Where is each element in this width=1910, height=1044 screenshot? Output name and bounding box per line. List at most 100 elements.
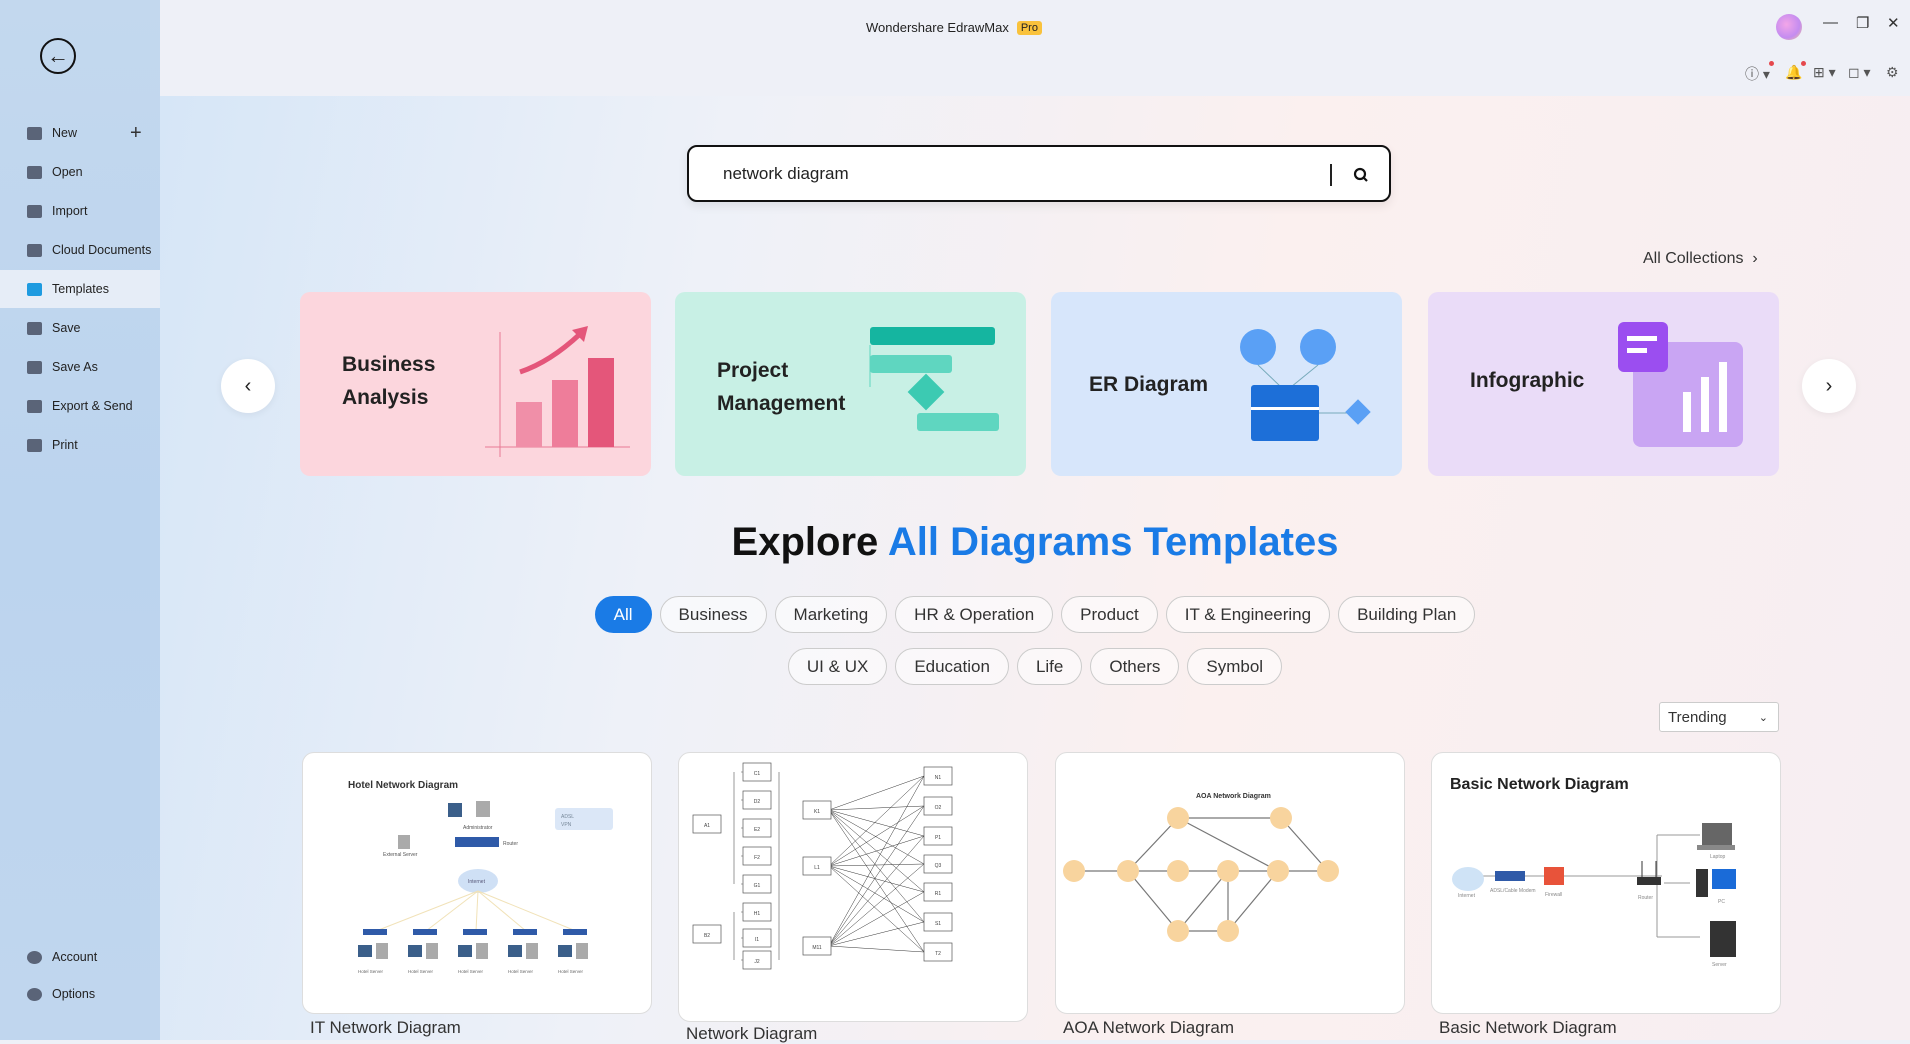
svg-text:Internet: Internet	[1458, 893, 1476, 899]
user-avatar[interactable]	[1776, 14, 1802, 40]
svg-text:Server: Server	[1712, 962, 1727, 968]
template-card-basic-network[interactable]: Basic Network Diagram Internet ADSL/Cable…	[1431, 752, 1781, 1014]
collection-label: Infographic	[1470, 369, 1585, 392]
thumbnail-network-diagram: A1 B2 C1 D2 E2 F2 G1 H1 I1 J2 K1 L1 M11 N1 O2 P1 Q3 R1 S1 T…	[692, 762, 953, 970]
sidebar-item-options[interactable]: Options	[0, 975, 160, 1013]
sidebar-item-label: Open	[52, 165, 83, 179]
filter-chip-building-plan[interactable]: Building Plan	[1338, 596, 1476, 633]
svg-text:Router: Router	[1638, 895, 1653, 901]
filter-chip-marketing[interactable]: Marketing	[774, 596, 888, 633]
filter-chip-others[interactable]: Others	[1090, 648, 1180, 685]
sidebar-item-save-as[interactable]: Save As	[0, 348, 160, 386]
template-card-it-network[interactable]: Hotel Network Diagram ADSL VPN Administra…	[302, 752, 652, 1014]
template-label[interactable]: AOA Network Diagram	[1063, 1018, 1234, 1038]
carousel-prev-button[interactable]: ‹	[221, 359, 275, 413]
aoa-node	[1217, 860, 1239, 882]
filter-chip-all[interactable]: All	[594, 596, 652, 633]
aoa-node	[1167, 860, 1189, 882]
carousel-next-button[interactable]: ›	[1802, 359, 1856, 413]
collection-card-project-management[interactable]: Project Management	[675, 292, 1026, 476]
thumb-title: AOA Network Diagram	[1196, 793, 1271, 800]
back-button[interactable]: ←	[40, 38, 76, 74]
filter-row-2: UI & UX Education Life Others Symbol	[160, 648, 1910, 685]
sidebar-item-label: New	[52, 126, 78, 140]
aoa-node	[1167, 920, 1189, 942]
sidebar-item-account[interactable]: Account	[0, 938, 160, 976]
filter-chip-ui-ux[interactable]: UI & UX	[787, 648, 888, 685]
template-card-network[interactable]: A1 B2 C1 D2 E2 F2 G1 H1 I1 J2 K1 L1 M11 N1 O2 P1 Q3 R1 S1 T…	[678, 752, 1028, 1022]
filter-row-1: All Business Marketing HR & Operation Produc…	[160, 596, 1910, 633]
thumbnail-basic-network: Basic Network Diagram Internet ADSL/Cable…	[1450, 776, 1736, 968]
template-card-aoa-network[interactable]: AOA Network Diagram	[1055, 752, 1405, 1014]
search-input[interactable]	[723, 161, 1283, 187]
template-label[interactable]: IT Network Diagram	[310, 1018, 461, 1038]
svg-text:ADSL: ADSL	[561, 814, 574, 820]
svg-text:Q3: Q3	[935, 863, 942, 869]
filter-chip-life[interactable]: Life	[1016, 648, 1083, 685]
svg-text:ADSL/Cable Modem: ADSL/Cable Modem	[1490, 888, 1536, 894]
all-collections-label: All Collections	[1643, 250, 1744, 267]
filter-chip-it-engineering[interactable]: IT & Engineering	[1165, 596, 1331, 633]
sidebar-item-open[interactable]: Open	[0, 153, 160, 191]
aoa-node	[1117, 860, 1139, 882]
chevron-right-icon: ›	[1825, 374, 1833, 397]
filter-chip-product[interactable]: Product	[1061, 596, 1158, 633]
filter-chip-hr-operation[interactable]: HR & Operation	[895, 596, 1054, 633]
svg-text:K1: K1	[814, 809, 820, 815]
help-icon[interactable]: ⓘ ▾	[1745, 61, 1774, 84]
svg-text:A1: A1	[704, 823, 710, 829]
sidebar-item-label: Cloud Documents	[52, 243, 152, 257]
new-tab-plus-icon[interactable]: +	[130, 122, 142, 145]
bar-chart-illustration	[485, 326, 630, 457]
close-icon[interactable]: ✕	[1887, 14, 1900, 32]
heading-blue: All Diagrams Templates	[887, 520, 1339, 564]
apps-grid-icon[interactable]: ⊞ ▾	[1813, 64, 1836, 81]
thumb-title: Hotel Network Diagram	[348, 780, 458, 791]
sidebar-item-cloud-documents[interactable]: Cloud Documents	[0, 231, 160, 269]
svg-text:T2: T2	[935, 951, 941, 957]
collection-card-infographic[interactable]: Infographic	[1428, 292, 1779, 476]
theme-shirt-icon[interactable]: ◻ ▾	[1848, 64, 1871, 81]
thumb-title: Basic Network Diagram	[1450, 776, 1629, 793]
app-title: Wondershare EdrawMax Pro	[866, 20, 1042, 35]
collection-card-business-analysis[interactable]: Business Analysis	[300, 292, 651, 476]
sidebar-item-save[interactable]: Save	[0, 309, 160, 347]
search-button[interactable]	[1347, 161, 1375, 189]
svg-text:R1: R1	[935, 891, 942, 897]
sidebar-item-print[interactable]: Print	[0, 426, 160, 464]
pro-badge: Pro	[1016, 20, 1042, 35]
svg-text:Router: Router	[503, 841, 518, 847]
svg-text:G1: G1	[754, 883, 761, 889]
export-icon	[26, 398, 42, 414]
filter-chip-business[interactable]: Business	[659, 596, 767, 633]
search-caret-divider	[1330, 164, 1332, 186]
restore-icon[interactable]: ❐	[1856, 14, 1869, 32]
template-label[interactable]: Network Diagram	[686, 1024, 817, 1044]
chevron-down-icon: ⌄	[1758, 711, 1768, 724]
collection-card-er-diagram[interactable]: ER Diagram	[1051, 292, 1402, 476]
bell-icon[interactable]: 🔔	[1785, 61, 1807, 81]
collection-label: ER Diagram	[1089, 373, 1209, 396]
minimize-icon[interactable]: —	[1823, 14, 1838, 31]
settings-gear-icon[interactable]: ⚙	[1886, 64, 1899, 81]
svg-text:Laptop: Laptop	[1710, 854, 1726, 860]
template-label[interactable]: Basic Network Diagram	[1439, 1018, 1617, 1038]
aoa-node	[1167, 807, 1189, 829]
aoa-node	[1063, 860, 1085, 882]
svg-text:Hotel Server: Hotel Server	[558, 969, 584, 974]
sidebar-item-label: Save	[52, 321, 81, 335]
sort-dropdown[interactable]: Trending ⌄	[1659, 702, 1779, 732]
filter-chip-education[interactable]: Education	[895, 648, 1009, 685]
sidebar-item-templates[interactable]: Templates	[0, 270, 160, 308]
svg-text:PC: PC	[1718, 899, 1725, 905]
sidebar-item-import[interactable]: Import	[0, 192, 160, 230]
aoa-node	[1317, 860, 1339, 882]
sidebar-item-export-send[interactable]: Export & Send	[0, 387, 160, 425]
svg-text:H1: H1	[754, 911, 761, 917]
search-icon	[1353, 167, 1368, 182]
all-collections-link[interactable]: All Collections ›	[1643, 250, 1758, 268]
svg-text:M11: M11	[812, 945, 822, 951]
filter-chip-symbol[interactable]: Symbol	[1187, 648, 1283, 685]
svg-text:O2: O2	[935, 805, 942, 811]
save-as-icon	[26, 359, 42, 375]
